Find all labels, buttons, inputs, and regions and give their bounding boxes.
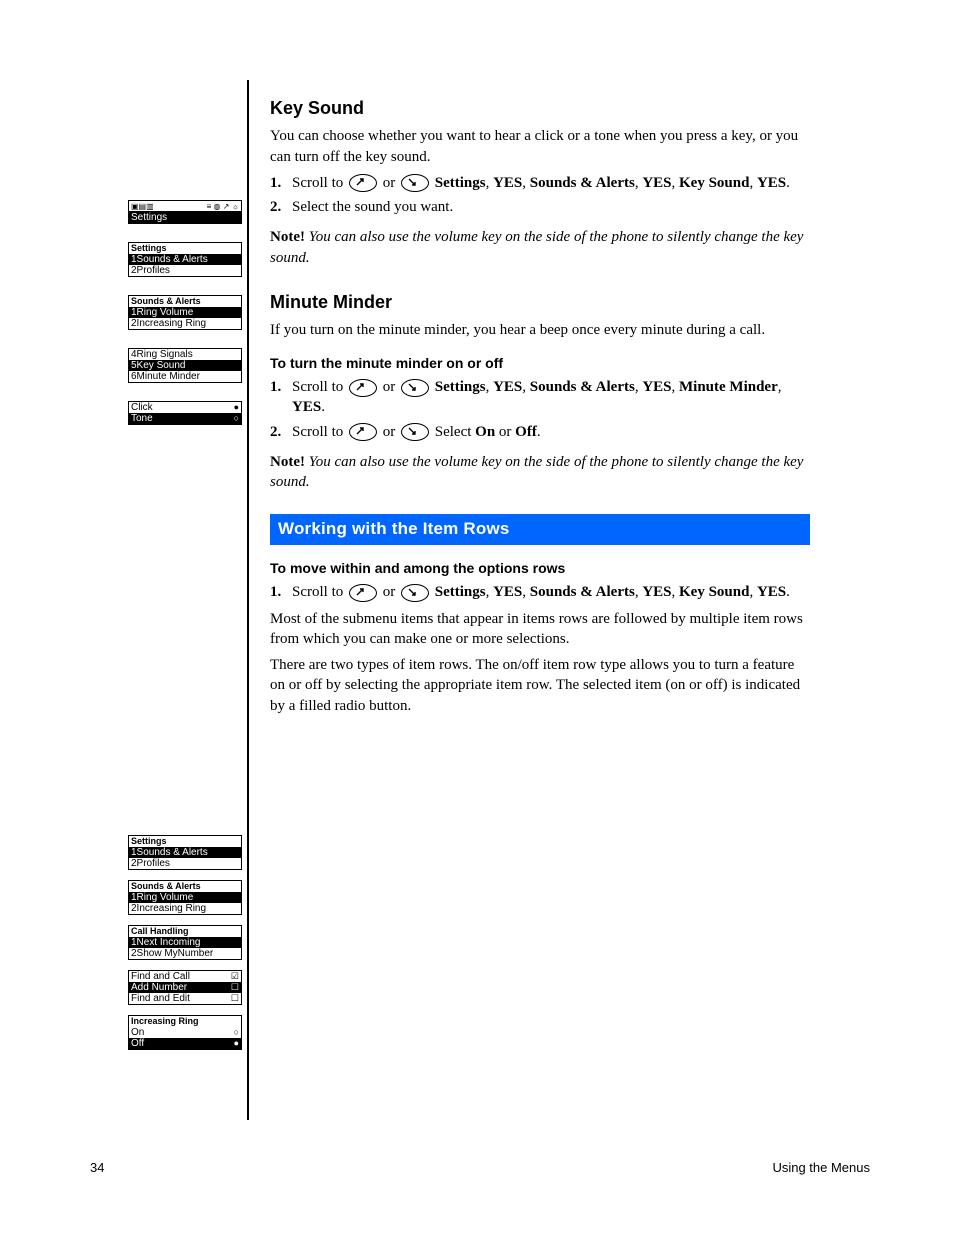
down-arrow-key[interactable]: [401, 174, 429, 192]
page-number: 34: [90, 1160, 104, 1175]
phone-screen: Find and CallAdd NumberFind and Edit: [128, 970, 242, 1005]
phone-screen: 4Ring Signals5Key Sound6Minute Minder: [128, 348, 242, 383]
phone-screen: Settings1Sounds & Alerts2Profiles: [128, 835, 242, 870]
phone-screen: Increasing RingOnOff: [128, 1015, 242, 1050]
up-arrow-key[interactable]: [349, 584, 377, 602]
rows-subhead: To move within and among the options row…: [270, 559, 810, 578]
down-arrow-key[interactable]: [401, 584, 429, 602]
rows-body-2: There are two types of item rows. The on…: [270, 655, 810, 716]
up-arrow-key[interactable]: [349, 379, 377, 397]
step-1: 1. Scroll to or Settings, YES, Sounds & …: [270, 173, 810, 193]
phone-screen: ClickTone: [128, 401, 242, 425]
separator-vertical: [247, 80, 249, 1120]
note: Note! You can also use the volume key on…: [270, 227, 810, 268]
section-minute-minder-intro: If you turn on the minute minder, you he…: [270, 320, 810, 340]
rows-heading: Working with the Item Rows: [270, 514, 810, 545]
main-content: Key Sound You can choose whether you wan…: [270, 90, 810, 722]
footer-title: Using the Menus: [772, 1160, 870, 1175]
mm-step-1: 1. Scroll to or Settings, YES, Sounds & …: [270, 377, 810, 418]
down-arrow-key[interactable]: [401, 423, 429, 441]
phone-screen: Sounds & Alerts1Ring Volume2Increasing R…: [128, 295, 242, 330]
step-2: 2.Select the sound you want.: [270, 197, 810, 217]
footer: 34 Using the Menus: [90, 1160, 870, 1175]
note-2: Note! You can also use the volume key on…: [270, 452, 810, 493]
section-minute-minder-title: Minute Minder: [270, 290, 810, 314]
rows-body-1: Most of the submenu items that appear in…: [270, 609, 810, 650]
phone-screen: Sounds & Alerts1Ring Volume2Increasing R…: [128, 880, 242, 915]
phone-screen: Call Handling1Next Incoming2Show MyNumbe…: [128, 925, 242, 960]
section-key-sound-title: Key Sound: [270, 96, 810, 120]
up-arrow-key[interactable]: [349, 174, 377, 192]
section-key-sound-intro: You can choose whether you want to hear …: [270, 126, 810, 167]
phone-screen: Settings1Sounds & Alerts2Profiles: [128, 242, 242, 277]
down-arrow-key[interactable]: [401, 379, 429, 397]
side-screens-bottom: Settings1Sounds & Alerts2Profiles Sounds …: [128, 835, 240, 1050]
up-arrow-key[interactable]: [349, 423, 377, 441]
mm-step-2: 2. Scroll to or Select On or Off.: [270, 422, 810, 442]
phone-screen: ▣▤▥≡ ◍ ↗ ☼Settings: [128, 200, 242, 224]
side-screens-top: ▣▤▥≡ ◍ ↗ ☼Settings Settings1Sounds & Aler…: [128, 200, 240, 425]
rows-step-1: 1. Scroll to or Settings, YES, Sounds & …: [270, 582, 810, 602]
minute-minder-subhead: To turn the minute minder on or off: [270, 354, 810, 373]
